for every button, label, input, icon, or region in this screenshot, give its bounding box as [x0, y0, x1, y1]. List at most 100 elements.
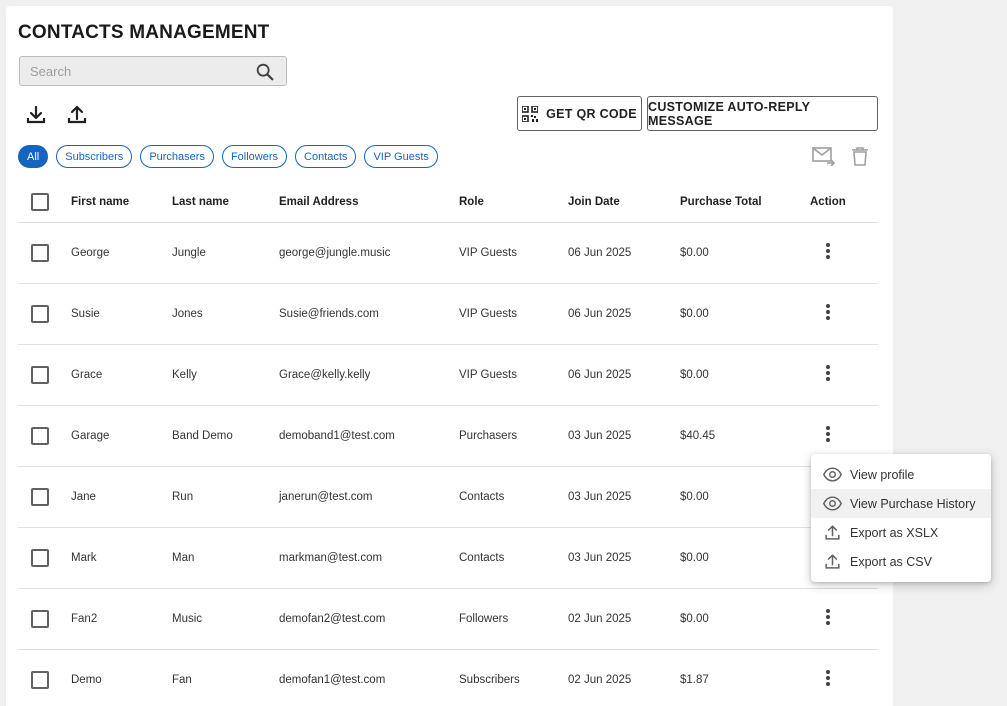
cell-purchase-total: $40.45: [680, 405, 810, 467]
header-join-date[interactable]: Join Date: [568, 183, 680, 223]
table-row: Mark Man markman@test.com Contacts 03 Ju…: [18, 527, 878, 589]
search-placeholder: Search: [30, 64, 72, 79]
cell-last-name: Music: [172, 588, 279, 650]
menu-item-export-xslx[interactable]: Export as XSLX: [811, 518, 991, 547]
cell-join-date: 02 Jun 2025: [568, 588, 680, 650]
cell-purchase-total: $0.00: [680, 588, 810, 650]
qr-code-icon: [522, 105, 539, 122]
cell-purchase-total: $0.00: [680, 222, 810, 284]
header-email[interactable]: Email Address: [279, 183, 459, 223]
get-qr-code-button[interactable]: GET QR CODE: [517, 96, 642, 131]
menu-item-label: Export as XSLX: [850, 525, 939, 540]
cell-email: demoband1@test.com: [279, 405, 459, 467]
table-row: Susie Jones Susie@friends.com VIP Guests…: [18, 283, 878, 345]
cell-first-name: Demo: [71, 649, 172, 706]
contacts-panel: CONTACTS MANAGEMENT Search GET QR CODE C…: [6, 6, 893, 706]
cell-role: Purchasers: [459, 405, 568, 467]
table-row: Grace Kelly Grace@kelly.kelly VIP Guests…: [18, 344, 878, 406]
filter-chip-all[interactable]: All: [18, 145, 49, 168]
cell-purchase-total: $0.00: [680, 344, 810, 406]
menu-item-view-purchase-history[interactable]: View Purchase History: [811, 489, 991, 518]
cell-purchase-total: $1.87: [680, 649, 810, 706]
cell-last-name: Kelly: [172, 344, 279, 406]
cell-join-date: 03 Jun 2025: [568, 405, 680, 467]
get-qr-code-label: GET QR CODE: [546, 106, 637, 121]
cell-last-name: Fan: [172, 649, 279, 706]
eye-icon: [823, 496, 842, 511]
header-first-name[interactable]: First name: [71, 183, 172, 223]
header-role[interactable]: Role: [459, 183, 568, 223]
cell-purchase-total: $0.00: [680, 283, 810, 345]
cell-email: Susie@friends.com: [279, 283, 459, 345]
cell-role: VIP Guests: [459, 222, 568, 284]
cell-first-name: Jane: [71, 466, 172, 528]
row-checkbox[interactable]: [31, 243, 49, 262]
cell-role: Contacts: [459, 466, 568, 528]
row-checkbox[interactable]: [31, 487, 49, 506]
upload-icon: [825, 554, 840, 569]
select-all-checkbox[interactable]: [31, 193, 49, 212]
table-row: Fan2 Music demofan2@test.com Followers 0…: [18, 588, 878, 650]
cell-email: demofan1@test.com: [279, 649, 459, 706]
table-row: Garage Band Demo demoband1@test.com Purc…: [18, 405, 878, 467]
filter-chip-subscribers[interactable]: Subscribers: [56, 145, 133, 168]
row-checkbox[interactable]: [31, 670, 49, 689]
select-all-cell: [18, 183, 71, 223]
row-checkbox[interactable]: [31, 609, 49, 628]
cell-email: markman@test.com: [279, 527, 459, 589]
cell-first-name: Fan2: [71, 588, 172, 650]
more-vert-icon[interactable]: [818, 302, 838, 322]
table-row: Jane Run janerun@test.com Contacts 03 Ju…: [18, 466, 878, 528]
download-icon[interactable]: [24, 103, 48, 127]
cell-last-name: Jungle: [172, 222, 279, 284]
cell-role: Contacts: [459, 527, 568, 589]
menu-item-export-csv[interactable]: Export as CSV: [811, 547, 991, 576]
cell-purchase-total: $0.00: [680, 527, 810, 589]
cell-join-date: 03 Jun 2025: [568, 466, 680, 528]
table-row: Demo Fan demofan1@test.com Subscribers 0…: [18, 649, 878, 706]
menu-item-label: View Purchase History: [850, 496, 976, 511]
filter-chip-purchasers[interactable]: Purchasers: [140, 145, 214, 168]
customize-auto-reply-button[interactable]: CUSTOMIZE AUTO-REPLY MESSAGE: [647, 96, 878, 131]
cell-first-name: Mark: [71, 527, 172, 589]
cell-email: Grace@kelly.kelly: [279, 344, 459, 406]
more-vert-icon[interactable]: [818, 363, 838, 383]
cell-role: VIP Guests: [459, 283, 568, 345]
more-vert-icon[interactable]: [818, 241, 838, 261]
forward-email-icon[interactable]: [812, 146, 836, 166]
cell-join-date: 06 Jun 2025: [568, 283, 680, 345]
header-last-name[interactable]: Last name: [172, 183, 279, 223]
row-checkbox[interactable]: [31, 548, 49, 567]
row-action-menu: View profile View Purchase History Expor…: [811, 454, 991, 582]
contacts-table: First name Last name Email Address Role …: [18, 183, 878, 706]
row-checkbox[interactable]: [31, 365, 49, 384]
filter-chips: All Subscribers Purchasers Followers Con…: [18, 145, 438, 168]
header-action: Action: [810, 183, 878, 223]
more-vert-icon[interactable]: [818, 607, 838, 627]
cell-purchase-total: $0.00: [680, 466, 810, 528]
cell-email: george@jungle.music: [279, 222, 459, 284]
cell-email: janerun@test.com: [279, 466, 459, 528]
filter-chip-followers[interactable]: Followers: [221, 145, 288, 168]
cell-last-name: Man: [172, 527, 279, 589]
delete-icon[interactable]: [851, 146, 869, 166]
row-checkbox[interactable]: [31, 304, 49, 323]
cell-last-name: Jones: [172, 283, 279, 345]
filter-chip-contacts[interactable]: Contacts: [295, 145, 357, 168]
header-purchase-total[interactable]: Purchase Total: [680, 183, 810, 223]
more-vert-icon[interactable]: [818, 424, 838, 444]
search-input[interactable]: Search: [19, 56, 287, 86]
filter-chip-vip-guests[interactable]: VIP Guests: [364, 145, 438, 168]
cell-last-name: Run: [172, 466, 279, 528]
page-title: CONTACTS MANAGEMENT: [18, 22, 270, 43]
cell-join-date: 06 Jun 2025: [568, 344, 680, 406]
upload-icon[interactable]: [65, 103, 89, 127]
menu-item-view-profile[interactable]: View profile: [811, 460, 991, 489]
cell-first-name: Susie: [71, 283, 172, 345]
row-checkbox[interactable]: [31, 426, 49, 445]
more-vert-icon[interactable]: [818, 668, 838, 688]
search-icon[interactable]: [254, 61, 276, 83]
table-header-row: First name Last name Email Address Role …: [18, 183, 878, 223]
menu-item-label: View profile: [850, 467, 915, 482]
cell-first-name: Garage: [71, 405, 172, 467]
